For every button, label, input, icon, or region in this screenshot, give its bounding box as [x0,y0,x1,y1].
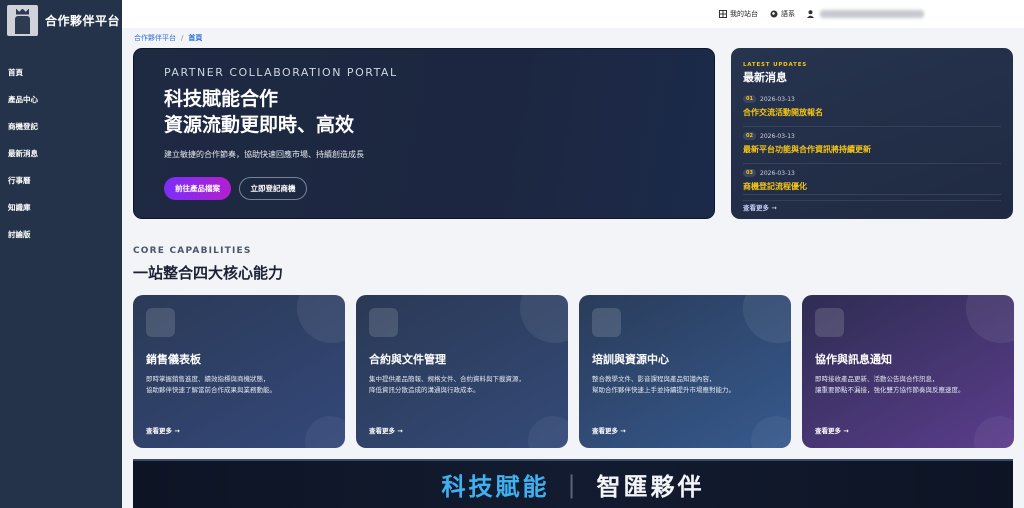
breadcrumb-separator: / [181,34,184,42]
card-description-line: 讓重要節點不漏接，強化雙方協作節奏與反應速度。 [815,386,965,394]
capabilities-title: 一站整合四大核心能力 [133,264,284,282]
user-icon [807,10,814,18]
globe-icon [770,10,778,18]
grid-icon [719,10,727,18]
update-date: 2026-03-13 [760,95,795,103]
update-title: 商機登記流程優化 [743,182,807,191]
logo-icon [7,4,38,36]
product-archive-button[interactable]: 前往產品檔案 [164,177,231,200]
update-title: 最新平台功能與合作資訊將持續更新 [743,145,871,154]
card-more-link[interactable]: 查看更多 → [369,425,403,435]
dashboard-icon [146,308,175,337]
update-item[interactable]: 03 2026-03-13 商機登記流程優化 [743,169,1001,201]
user-menu[interactable] [807,10,924,18]
card-title: 協作與訊息通知 [815,353,892,366]
card-description-line: 幫助合作夥伴快速上手並持續提升市場應對能力。 [592,386,735,394]
sidebar-item-forum[interactable]: 討論版 [0,228,122,255]
sidebar-item-calendar[interactable]: 行事曆 [0,174,122,201]
my-site-label: 我的站台 [730,10,758,18]
updates-more-link[interactable]: 查看更多 → [743,202,777,212]
hero-title: 科技賦能合作 資源流動更即時、高效 [164,86,684,138]
breadcrumb-current: 首頁 [188,34,203,42]
update-item[interactable]: 02 2026-03-13 最新平台功能與合作資訊將持續更新 [743,132,1001,164]
sidebar-item-knowledge[interactable]: 知識庫 [0,201,122,228]
update-date: 2026-03-13 [760,132,795,140]
latest-updates-panel: LATEST UPDATES 最新消息 01 2026-03-13 合作交流活動開… [731,48,1013,219]
register-opportunity-button[interactable]: 立即登記商機 [239,177,307,200]
user-name-redacted [820,10,924,18]
card-more-link[interactable]: 查看更多 → [815,425,849,435]
capabilities-eyebrow: CORE CAPABILITIES [133,246,252,256]
capability-card-training[interactable]: 培訓與資源中心 整合教學文件、影音課程與產品知識內容， 幫助合作夥伴快速上手並持… [579,295,791,448]
hero-eyebrow: PARTNER COLLABORATION PORTAL [164,66,398,79]
card-description: 整合教學文件、影音課程與產品知識內容， 幫助合作夥伴快速上手並持續提升市場應對能… [592,374,778,396]
card-description-line: 即時接收產品更新、活動公告與合作訊息， [815,375,939,383]
breadcrumb-root[interactable]: 合作夥伴平台 [134,34,176,42]
slogan-left: 科技賦能 [441,473,550,501]
hero-banner: PARTNER COLLABORATION PORTAL 科技賦能合作 資源流動… [133,48,715,219]
card-description-line: 整合教學文件、影音課程與產品知識內容， [592,375,716,383]
updates-list: 01 2026-03-13 合作交流活動開放報名 02 2026-03-13 最新平… [743,95,1001,201]
update-item[interactable]: 01 2026-03-13 合作交流活動開放報名 [743,95,1001,127]
card-title: 合約與文件管理 [369,353,446,366]
card-description: 即時掌握銷售進度、績效指標與商機狀態， 協助夥伴快速了解當前合作成果與業務動能。 [146,374,332,396]
breadcrumb: 合作夥伴平台 / 首頁 [134,33,202,43]
slogan-right: 智匯夥伴 [596,473,705,501]
my-site-link[interactable]: 我的站台 [719,9,758,19]
notification-icon [815,308,844,337]
sidebar-item-opportunity[interactable]: 商機登記 [0,120,122,147]
brand[interactable]: 合作夥伴平台 [0,2,122,38]
card-more-link[interactable]: 查看更多 → [592,425,626,435]
training-icon [592,308,621,337]
language-label: 語系 [781,10,795,18]
card-description-line: 即時掌握銷售進度、績效指標與商機狀態， [146,375,270,383]
hero-description: 建立敏捷的合作節奏，協助快速回應市場、持續創造成長 [164,150,364,159]
capability-card-contracts[interactable]: 合約與文件管理 集中提供產品簡報、規格文件、合約資料與下載資源， 降低資訊分散造… [356,295,568,448]
hero-title-line-1: 科技賦能合作 [164,88,279,110]
card-title: 銷售儀表板 [146,353,201,366]
sidebar: 合作夥伴平台 首頁 產品中心 商機登記 最新消息 行事曆 知識庫 討論版 [0,0,122,508]
updates-eyebrow: LATEST UPDATES [743,62,808,68]
slogan-banner: 科技賦能 | 智匯夥伴 [133,459,1013,508]
hero-title-line-2: 資源流動更即時、高效 [164,114,355,136]
sidebar-item-news[interactable]: 最新消息 [0,147,122,174]
update-date: 2026-03-13 [760,169,795,177]
sidebar-item-products[interactable]: 產品中心 [0,93,122,120]
update-number-badge: 02 [743,132,756,140]
card-description-line: 協助夥伴快速了解當前合作成果與業務動能。 [146,386,276,394]
hero-buttons: 前往產品檔案 立即登記商機 [164,177,684,200]
sidebar-nav: 首頁 產品中心 商機登記 最新消息 行事曆 知識庫 討論版 [0,66,122,255]
update-number-badge: 01 [743,95,756,103]
topbar: 我的站台 語系 [122,0,1024,28]
card-description: 集中提供產品簡報、規格文件、合約資料與下載資源， 降低資訊分散造成的溝通與行政成… [369,374,555,396]
capability-cards: 銷售儀表板 即時掌握銷售進度、績效指標與商機狀態， 協助夥伴快速了解當前合作成果… [133,295,1014,448]
updates-title: 最新消息 [743,71,787,84]
capability-card-notifications[interactable]: 協作與訊息通知 即時接收產品更新、活動公告與合作訊息， 讓重要節點不漏接，強化雙… [802,295,1014,448]
card-description-line: 集中提供產品簡報、規格文件、合約資料與下載資源， [369,375,525,383]
card-more-link[interactable]: 查看更多 → [146,425,180,435]
update-title: 合作交流活動開放報名 [743,108,823,117]
card-title: 培訓與資源中心 [592,353,669,366]
brand-name: 合作夥伴平台 [45,13,121,28]
updates-divider [743,194,1001,195]
update-number-badge: 03 [743,169,756,177]
language-selector[interactable]: 語系 [770,9,795,19]
capability-card-sales-dashboard[interactable]: 銷售儀表板 即時掌握銷售進度、績效指標與商機狀態， 協助夥伴快速了解當前合作成果… [133,295,345,448]
sidebar-item-home[interactable]: 首頁 [0,66,122,93]
document-icon [369,308,398,337]
card-description: 即時接收產品更新、活動公告與合作訊息， 讓重要節點不漏接，強化雙方協作節奏與反應… [815,374,1001,396]
card-description-line: 降低資訊分散造成的溝通與行政成本。 [369,386,480,394]
slogan-separator: | [567,470,579,499]
